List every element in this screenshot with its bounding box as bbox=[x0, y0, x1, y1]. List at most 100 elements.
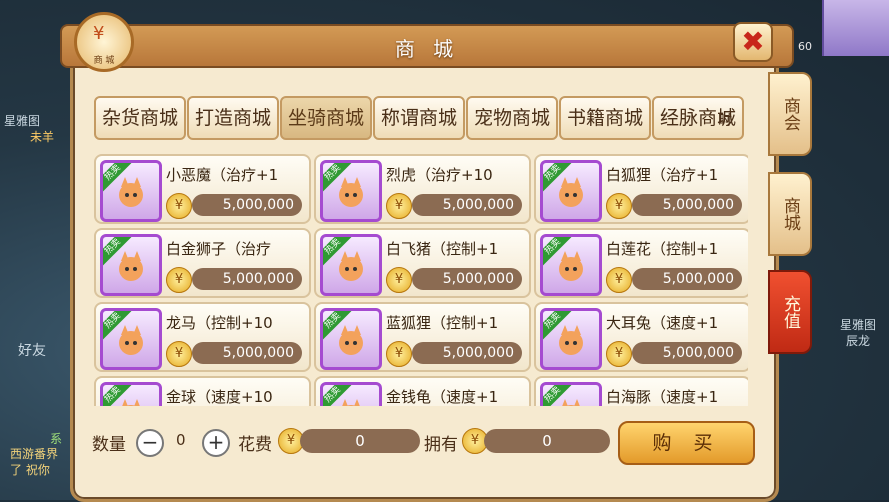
coin-icon: ¥ bbox=[386, 341, 412, 367]
cost-label: 花费 bbox=[238, 435, 272, 455]
decrease-button[interactable]: − bbox=[136, 429, 164, 457]
item-card[interactable]: 热卖 大耳兔（速度+1 ¥ 5,000,000 bbox=[534, 302, 748, 372]
coin-icon: ¥ bbox=[386, 193, 412, 219]
player-avatar[interactable] bbox=[822, 0, 889, 56]
item-card[interactable]: 热卖 金钱龟（速度+1 bbox=[314, 376, 531, 406]
fox-mount-icon bbox=[119, 177, 143, 207]
item-price: 5,000,000 bbox=[412, 268, 522, 290]
item-name: 金球（速度+10 bbox=[166, 388, 273, 406]
item-card[interactable]: 热卖 白莲花（控制+1 ¥ 5,000,000 bbox=[534, 228, 748, 298]
bg-player-sub: 未羊 bbox=[30, 130, 55, 144]
item-name: 小恶魔（治疗+1 bbox=[166, 166, 279, 184]
fox-mount-icon bbox=[119, 325, 143, 355]
fox-mount-icon bbox=[342, 399, 360, 406]
owned-label: 拥有 bbox=[424, 435, 458, 455]
item-card[interactable]: 热卖 白狐狸（治疗+1 ¥ 5,000,000 bbox=[534, 154, 748, 224]
item-thumbnail: 热卖 bbox=[540, 234, 602, 296]
item-name: 金钱龟（速度+1 bbox=[386, 388, 499, 406]
item-price: 5,000,000 bbox=[412, 342, 522, 364]
buy-button[interactable]: 购 买 bbox=[618, 421, 755, 465]
item-thumbnail: 热卖 bbox=[100, 308, 162, 370]
item-thumbnail: 热卖 bbox=[320, 308, 382, 370]
fox-mount-icon bbox=[559, 251, 583, 281]
item-name: 大耳兔（速度+1 bbox=[606, 314, 719, 332]
shop-logo: ¥ 商 城 bbox=[74, 12, 134, 72]
bg-chat-3: 了 祝你 bbox=[10, 463, 50, 477]
side-tab-guild-shop[interactable]: 商会 bbox=[768, 72, 812, 156]
item-price: 5,000,000 bbox=[412, 194, 522, 216]
item-price: 5,000,000 bbox=[192, 194, 302, 216]
fox-mount-icon bbox=[562, 399, 580, 406]
item-thumbnail: 热卖 bbox=[100, 382, 162, 406]
tab-overflow-text: 时 bbox=[718, 113, 732, 129]
item-name: 白金狮子（治疗 bbox=[166, 240, 272, 258]
coin-icon: ¥ bbox=[606, 193, 632, 219]
quantity-label: 数量 bbox=[92, 435, 126, 455]
fox-mount-icon bbox=[122, 399, 140, 406]
fox-mount-icon bbox=[339, 251, 363, 281]
tab-mount[interactable]: 坐骑商城 bbox=[280, 96, 372, 140]
coin-icon: ¥ bbox=[166, 267, 192, 293]
item-price: 5,000,000 bbox=[632, 268, 742, 290]
fox-mount-icon bbox=[559, 177, 583, 207]
item-thumbnail: 热卖 bbox=[540, 382, 602, 406]
tab-forge[interactable]: 打造商城 bbox=[187, 96, 279, 140]
item-thumbnail: 热卖 bbox=[100, 160, 162, 222]
item-thumbnail: 热卖 bbox=[540, 160, 602, 222]
bg-chat-2: 西游番界 bbox=[10, 447, 59, 461]
item-price: 5,000,000 bbox=[632, 194, 742, 216]
item-name: 龙马（控制+10 bbox=[166, 314, 273, 332]
item-thumbnail: 热卖 bbox=[320, 382, 382, 406]
item-name: 白海豚（速度+1 bbox=[606, 388, 719, 406]
coin-icon: ¥ bbox=[386, 267, 412, 293]
friends-button[interactable]: 好友 bbox=[18, 340, 46, 360]
coin-icon: ¥ bbox=[606, 341, 632, 367]
coin-icon: ¥ bbox=[166, 193, 192, 219]
item-grid: 热卖 小恶魔（治疗+1 ¥ 5,000,000 热卖 烈虎（治疗+10 ¥ 5,… bbox=[94, 154, 748, 406]
item-thumbnail: 热卖 bbox=[320, 160, 382, 222]
player-level: 60 bbox=[798, 40, 812, 53]
item-name: 蓝狐狸（控制+1 bbox=[386, 314, 499, 332]
tab-book[interactable]: 书籍商城 bbox=[559, 96, 651, 140]
increase-button[interactable]: + bbox=[202, 429, 230, 457]
side-tab-shop[interactable]: 商城 bbox=[768, 172, 812, 256]
coin-icon: ¥ bbox=[166, 341, 192, 367]
item-card[interactable]: 热卖 白飞猪（控制+1 ¥ 5,000,000 bbox=[314, 228, 531, 298]
item-thumbnail: 热卖 bbox=[540, 308, 602, 370]
side-tab-recharge[interactable]: 充值 bbox=[768, 270, 812, 354]
item-thumbnail: 热卖 bbox=[320, 234, 382, 296]
tab-grocery[interactable]: 杂货商城 bbox=[94, 96, 186, 140]
item-card[interactable]: 热卖 烈虎（治疗+10 ¥ 5,000,000 bbox=[314, 154, 531, 224]
item-card[interactable]: 热卖 龙马（控制+10 ¥ 5,000,000 bbox=[94, 302, 311, 372]
quantity-value[interactable]: 0 bbox=[176, 431, 186, 449]
item-name: 白狐狸（治疗+1 bbox=[606, 166, 719, 184]
item-price: 5,000,000 bbox=[632, 342, 742, 364]
tab-title[interactable]: 称谓商城 bbox=[373, 96, 465, 140]
bg-right-name: 星雅图 bbox=[840, 318, 877, 332]
item-card[interactable]: 热卖 小恶魔（治疗+1 ¥ 5,000,000 bbox=[94, 154, 311, 224]
rabbit-coin-icon: ¥ bbox=[93, 23, 105, 44]
item-thumbnail: 热卖 bbox=[100, 234, 162, 296]
item-card[interactable]: 热卖 白金狮子（治疗 ¥ 5,000,000 bbox=[94, 228, 311, 298]
item-name: 白飞猪（控制+1 bbox=[386, 240, 499, 258]
item-name: 烈虎（治疗+10 bbox=[386, 166, 493, 184]
fox-mount-icon bbox=[339, 177, 363, 207]
logo-label: 商 城 bbox=[93, 56, 115, 66]
item-card[interactable]: 热卖 蓝狐狸（控制+1 ¥ 5,000,000 bbox=[314, 302, 531, 372]
item-name: 白莲花（控制+1 bbox=[606, 240, 719, 258]
item-card[interactable]: 热卖 白海豚（速度+1 bbox=[534, 376, 748, 406]
title-bar: 商 城 bbox=[60, 24, 794, 68]
item-card[interactable]: 热卖 金球（速度+10 bbox=[94, 376, 311, 406]
item-price: 5,000,000 bbox=[192, 268, 302, 290]
bg-right-sub: 辰龙 bbox=[846, 334, 871, 348]
fox-mount-icon bbox=[559, 325, 583, 355]
tab-pet[interactable]: 宠物商城 bbox=[466, 96, 558, 140]
owned-value: 0 bbox=[484, 429, 610, 453]
cost-value: 0 bbox=[300, 429, 420, 453]
item-price: 5,000,000 bbox=[192, 342, 302, 364]
page-title: 商 城 bbox=[394, 37, 460, 61]
bg-player-name: 星雅图 bbox=[4, 114, 41, 128]
close-button[interactable]: ✖ bbox=[733, 22, 773, 62]
fox-mount-icon bbox=[119, 251, 143, 281]
coin-icon: ¥ bbox=[606, 267, 632, 293]
